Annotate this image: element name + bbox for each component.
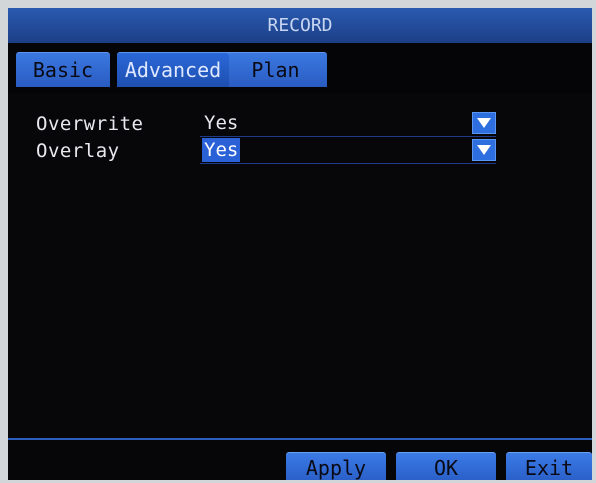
overwrite-value: Yes [204,112,239,134]
overwrite-label: Overwrite [36,113,144,135]
setting-row-overlay: Overlay Yes [8,138,592,164]
chevron-down-icon[interactable] [472,112,496,134]
tab-basic[interactable]: Basic [16,52,110,87]
settings-panel: Overwrite Yes Overlay Yes [8,93,592,438]
tab-plan[interactable]: Plan [224,52,327,87]
dialog-title: RECORD [8,8,592,43]
dvr-screen: RECORD Basic Plan Advanced Overwrite Yes [0,0,596,483]
overlay-select[interactable]: Yes [200,138,496,164]
tab-bar: Basic Plan Advanced [8,43,592,93]
chevron-down-icon[interactable] [472,139,496,161]
setting-row-overwrite: Overwrite Yes [8,111,592,137]
footer-bar: Apply OK Exit [8,440,592,480]
overwrite-select[interactable]: Yes [200,111,496,137]
apply-button[interactable]: Apply [286,452,386,480]
overlay-value: Yes [202,138,241,162]
ok-button[interactable]: OK [396,452,496,480]
record-dialog: RECORD Basic Plan Advanced Overwrite Yes [8,8,592,480]
exit-button[interactable]: Exit [506,452,592,480]
overlay-label: Overlay [36,140,120,162]
tab-advanced[interactable]: Advanced [117,52,229,87]
